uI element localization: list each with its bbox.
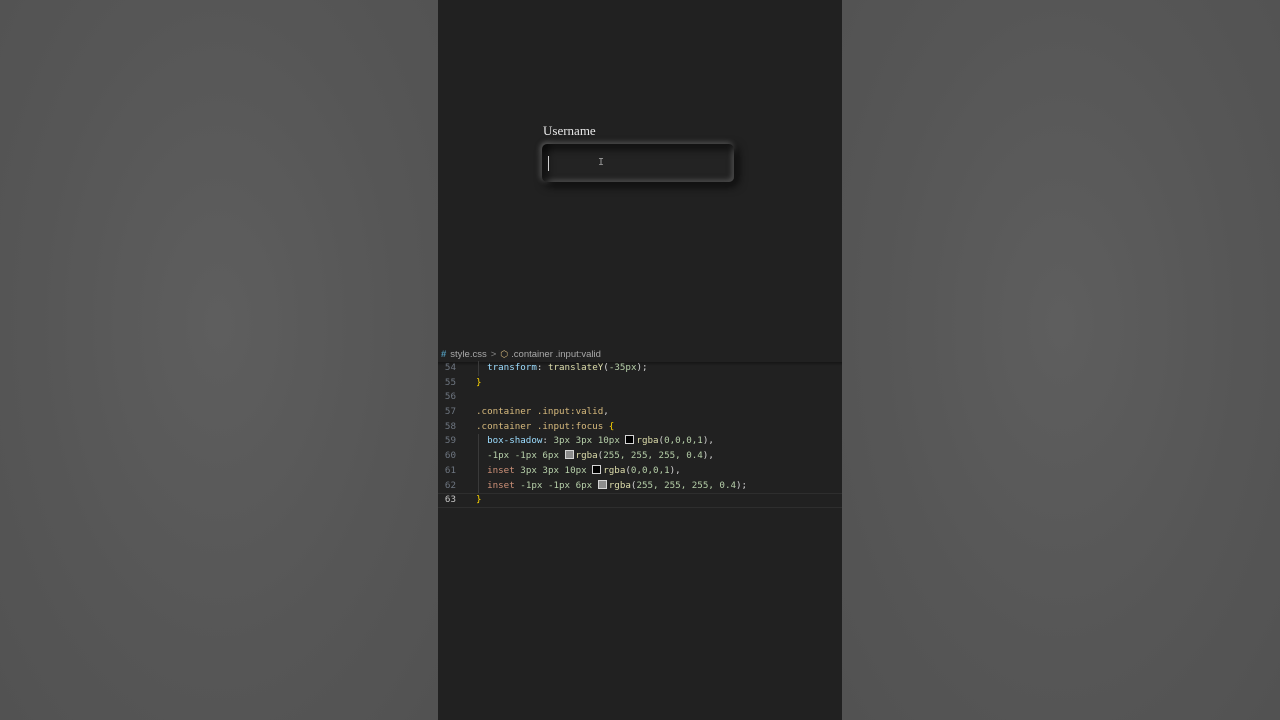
css-file-icon: # [441,348,447,360]
username-label: Username [543,123,596,138]
line-number: 61 [444,464,456,476]
code-text: .container .input:focus { [476,420,614,435]
code-token: ); [736,479,748,491]
ibeam-cursor-icon: I [598,157,605,168]
code-text: transform: translateY(-35px); [476,361,648,376]
code-token: -1px -1px 6px [487,450,565,462]
code-token: } [476,494,482,506]
line-number: 59 [444,435,456,447]
code-token: rgba [608,479,631,491]
browser-preview: Username I [438,0,842,345]
line-number: 58 [444,420,456,432]
breadcrumb-separator: > [490,348,497,360]
color-swatch[interactable] [625,435,635,445]
code-line[interactable]: 63} [438,493,842,508]
code-token: transform [487,362,537,373]
code-token: } [476,376,482,388]
code-token: : [542,435,554,447]
color-swatch[interactable] [592,464,602,474]
code-token: -35px [608,362,637,373]
code-token: 255, 255, 255, 0.4 [603,450,703,462]
code-line[interactable]: 54 transform: translateY(-35px); [438,361,842,376]
code-token: , [603,406,609,418]
code-token: 3px 3px 10px [520,464,593,476]
code-text: box-shadow: 3px 3px 10px rgba(0,0,0,1), [476,434,714,449]
code-line[interactable]: 62 inset -1px -1px 6px rgba(255, 255, 25… [438,478,842,494]
line-number: 62 [444,479,456,491]
breadcrumb-symbol[interactable]: .container .input:valid [511,349,601,360]
color-swatch[interactable] [597,479,607,489]
line-number: 57 [444,406,456,418]
code-line[interactable]: 58 .container .input:focus { [438,420,842,435]
breadcrumb-file[interactable]: style.css [450,349,486,360]
color-swatch[interactable] [564,450,574,460]
code-line[interactable]: 60 -1px -1px 6px rgba(255, 255, 255, 0.4… [438,449,842,464]
video-frame: Username I # style.css > ⬡ .container .i… [438,0,842,720]
username-input[interactable]: I [542,144,734,182]
code-token: ), [669,464,681,476]
code-token: rgba [636,435,659,447]
code-token: 255, 255, 255, 0.4 [636,479,737,491]
code-token: 3px 3px 10px [553,435,626,447]
code-editor: # style.css > ⬡ .container .input:valid … [438,345,842,720]
right-backdrop [842,0,1280,720]
code-token: : [536,362,548,373]
code-token: translateY [547,362,604,373]
code-text: inset 3px 3px 10px rgba(0,0,0,1), [476,464,681,479]
line-number: 56 [444,391,456,403]
code-line[interactable]: 61 inset 3px 3px 10px rgba(0,0,0,1), [438,463,842,479]
code-text: inset -1px -1px 6px rgba(255, 255, 255, … [476,479,747,494]
code-token: .container .input:focus [476,420,604,432]
line-number: 63 [444,494,456,506]
left-backdrop [0,0,438,720]
code-token: ); [636,362,648,373]
code-token: 0,0,0,1 [630,464,670,476]
line-number: 60 [444,450,456,462]
code-text: .container .input:valid, [476,405,609,420]
code-token: 0,0,0,1 [664,435,703,447]
selector-symbol-icon: ⬡ [500,348,509,359]
code-token: .container .input:valid [476,406,604,418]
code-token: inset [487,479,515,491]
code-token: inset [487,464,515,476]
code-text: } [476,494,482,507]
code-line[interactable]: 56 [438,390,842,405]
line-number: 55 [444,376,456,388]
code-token: box-shadow [487,435,543,447]
code-token: -1px -1px 6px [520,479,598,491]
code-line[interactable]: 55} [438,376,842,391]
code-token: ), [702,450,714,462]
code-token: ), [702,435,714,447]
code-lines[interactable]: 54 transform: translateY(-35px); 55} 56 57.… [438,361,842,508]
text-caret [548,156,549,171]
code-line[interactable]: 59 box-shadow: 3px 3px 10px rgba(0,0,0,1… [438,434,842,450]
code-token: { [608,420,615,432]
code-text: -1px -1px 6px rgba(255, 255, 255, 0.4), [476,449,714,464]
code-token: rgba [575,450,598,462]
code-text: } [476,376,482,391]
code-line[interactable]: 57 .container .input:valid, [438,405,842,420]
code-token: rgba [603,464,626,476]
line-number: 54 [444,362,456,373]
